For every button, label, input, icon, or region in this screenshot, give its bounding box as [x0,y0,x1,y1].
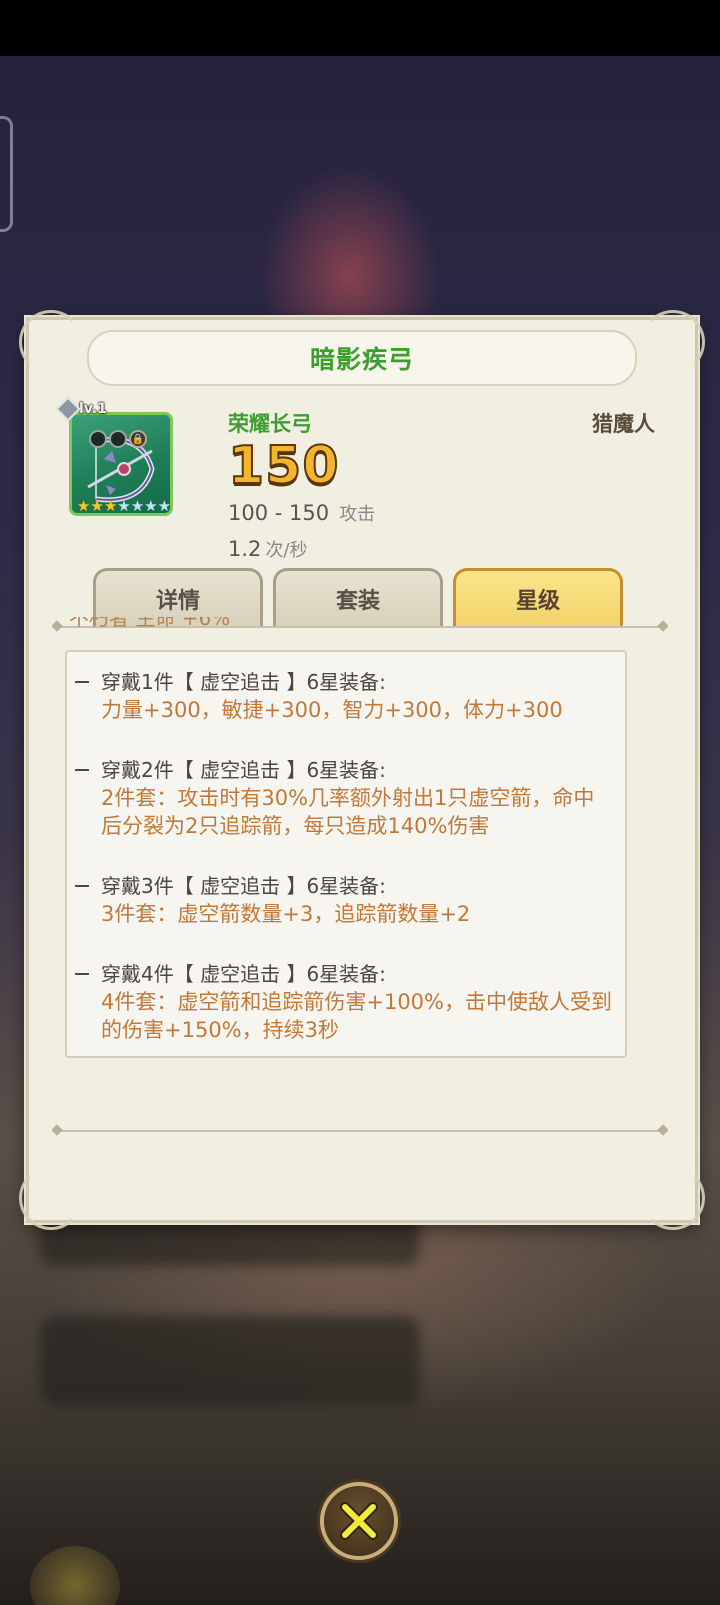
close-icon [340,1502,378,1540]
item-class: 猎魔人 [592,412,655,436]
blurred-background-row [40,1316,420,1406]
set-bonus-text: 力量+300，敏捷+300，智力+300，体力+300 [101,698,563,722]
clipped-stat-line: 不朽者 生命 +6% [69,617,231,630]
dash-icon [75,885,89,887]
set-bonus-header: 穿戴1件【 虚空追击 】6星装备: [75,668,615,696]
corner-ornament [641,310,705,374]
list-item: 穿戴1件【 虚空追击 】6星装备: 力量+300，敏捷+300，智力+300，体… [75,668,615,724]
item-level-badge: lv.1 [55,396,107,422]
star-empty-icon: ★ [130,497,145,515]
attack-speed-unit: 次/秒 [265,540,308,561]
set-bonus-header: 穿戴3件【 虚空追击 】6星装备: [75,872,615,900]
item-power-score: 150 [227,435,340,497]
section-divider [57,1130,663,1132]
star-empty-icon: ★ [157,497,172,515]
item-star-rating: ★ ★ ★ ★ ★ ★ ★ [73,497,172,515]
dialog-title: 暗影疾弓 [87,330,637,386]
item-name: 荣耀长弓 [228,412,312,436]
tab-star-level[interactable]: 星级 [453,568,623,626]
list-item: 穿戴3件【 虚空追击 】6星装备: 3件套：虚空箭数量+3，追踪箭数量+2 [75,872,615,928]
list-item: 穿戴4件【 虚空追击 】6星装备: 4件套：虚空箭和追踪箭伤害+100%，击中使… [75,960,615,1044]
star-empty-icon: ★ [144,497,158,515]
set-bonus-text: 4件套：虚空箭和追踪箭伤害+100%，击中使敌人受到的伤害+150%，持续3秒 [101,990,612,1042]
damage-stat: 100 - 150 攻击 [228,500,375,526]
dash-icon [75,681,89,683]
dash-icon [75,973,89,975]
damage-label: 攻击 [339,504,376,525]
gem-sockets: 🔒 [89,430,147,448]
list-item: 穿戴2件【 虚空追击 】6星装备: 2件套：攻击时有30%几率额外射出1只虚空箭… [75,756,615,840]
item-icon-frame: ★ ★ ★ ★ ★ ★ ★ [69,412,173,516]
corner-ornament [19,310,83,374]
star-filled-icon: ★ [90,497,104,515]
dash-icon [75,769,89,771]
diamond-icon [55,396,81,422]
blurred-glow [30,1546,120,1605]
item-detail-panel: 暗影疾弓 ★ ★ ★ ★ ★ ★ ★ lv.1 🔒 荣耀长弓 猎魔人 150 1… [19,310,705,1230]
set-bonus-list[interactable]: 穿戴1件【 虚空追击 】6星装备: 力量+300，敏捷+300，智力+300，体… [65,650,627,1058]
star-filled-icon: ★ [76,497,91,515]
set-bonus-text: 3件套：虚空箭数量+3，追踪箭数量+2 [101,902,471,926]
background-frame-fragment [0,116,13,232]
empty-socket-icon [109,430,127,448]
corner-ornament [19,1166,83,1230]
star-filled-icon: ★ [103,497,118,515]
item-level-text: lv.1 [79,401,107,417]
close-button[interactable] [320,1482,398,1560]
damage-range: 100 - 150 [228,501,330,525]
corner-ornament [641,1166,705,1230]
lock-icon: 🔒 [129,430,147,448]
set-bonus-text: 2件套：攻击时有30%几率额外射出1只虚空箭，命中后分裂为2只追踪箭，每只造成1… [101,786,595,838]
set-bonus-header: 穿戴4件【 虚空追击 】6星装备: [75,960,615,988]
attack-speed-stat: 1.2 次/秒 [228,536,307,562]
empty-socket-icon [89,430,107,448]
attack-speed-value: 1.2 [228,537,262,561]
star-empty-icon: ★ [117,497,131,515]
item-icon-slot[interactable]: ★ ★ ★ ★ ★ ★ ★ lv.1 🔒 [55,396,173,516]
tab-set[interactable]: 套装 [273,568,443,626]
set-bonus-header: 穿戴2件【 虚空追击 】6星装备: [75,756,615,784]
